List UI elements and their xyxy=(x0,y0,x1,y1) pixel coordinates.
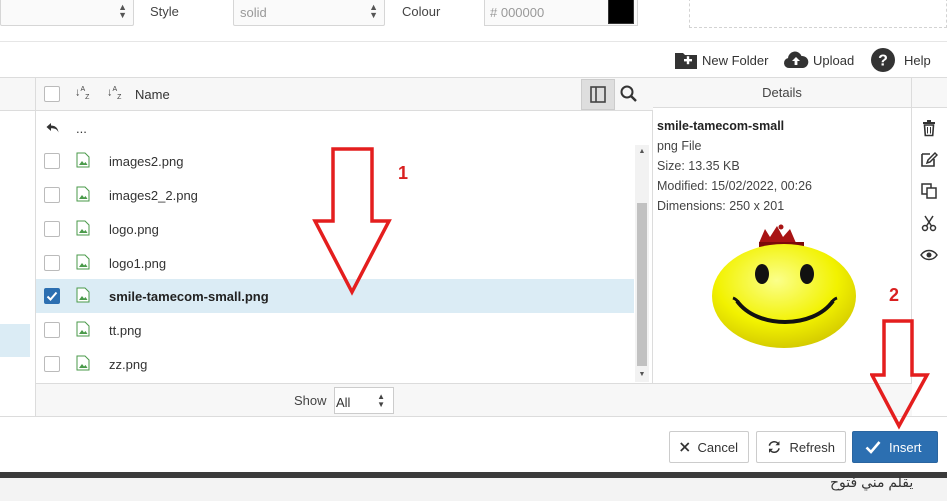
file-manager-toolbar: New Folder Upload ? Help xyxy=(0,43,947,78)
help-button[interactable]: ? Help xyxy=(870,46,931,74)
trash-icon[interactable] xyxy=(920,119,938,137)
select-arrows-icon: ▲ ▼ xyxy=(377,392,385,409)
folder-tree-selected-item[interactable] xyxy=(0,324,30,357)
colour-value: # 000000 xyxy=(490,5,545,20)
file-name: images2.png xyxy=(109,154,184,169)
file-checkbox[interactable] xyxy=(44,221,60,237)
file-name: images2_2.png xyxy=(109,188,198,203)
image-file-icon xyxy=(76,186,90,202)
file-row[interactable]: tt.png xyxy=(36,313,634,347)
view-toggle-button[interactable] xyxy=(581,79,615,110)
columns-icon xyxy=(590,86,606,103)
show-select[interactable]: All ▲ ▼ xyxy=(334,387,394,414)
insert-button[interactable]: Insert xyxy=(852,431,938,463)
eye-icon[interactable] xyxy=(920,246,938,264)
annotation-arrow-2 xyxy=(870,319,930,430)
scroll-thumb[interactable] xyxy=(637,203,647,366)
select-arrows-icon: ▲ ▼ xyxy=(118,2,127,20)
details-modified: Modified: 15/02/2022, 00:26 xyxy=(657,179,812,193)
image-file-icon xyxy=(76,355,90,371)
style-label: Style xyxy=(150,4,179,19)
file-checkbox[interactable] xyxy=(44,153,60,169)
new-folder-label: New Folder xyxy=(702,52,769,68)
parent-folder-row[interactable]: ... xyxy=(36,111,634,145)
annotation-arrow-1 xyxy=(312,147,392,296)
refresh-button[interactable]: Refresh xyxy=(756,431,846,463)
image-file-icon xyxy=(76,220,90,236)
file-name: smile-tamecom-small.png xyxy=(109,289,269,304)
file-name: logo.png xyxy=(109,222,159,237)
sort-az-icon[interactable]: ↓AZ xyxy=(75,86,89,101)
refresh-label: Refresh xyxy=(789,439,835,455)
refresh-icon xyxy=(768,441,780,453)
image-file-icon xyxy=(76,321,90,337)
file-row[interactable]: zz.png xyxy=(36,347,634,381)
image-preview xyxy=(712,224,856,348)
file-list-header: ↓AZ ↓AZ Name xyxy=(36,78,653,111)
file-checkbox-checked[interactable] xyxy=(44,288,60,304)
cut-icon[interactable] xyxy=(920,214,938,232)
cancel-label: Cancel xyxy=(697,439,738,455)
details-title: smile-tamecom-small xyxy=(657,119,785,133)
folder-plus-icon xyxy=(675,53,697,69)
select-all-checkbox[interactable] xyxy=(44,86,60,102)
show-value: All xyxy=(336,395,351,410)
search-icon[interactable] xyxy=(619,84,639,104)
image-file-icon xyxy=(76,254,90,270)
dashed-area xyxy=(689,0,947,28)
file-name: zz.png xyxy=(109,357,148,372)
file-name: tt.png xyxy=(109,323,142,338)
scroll-up-icon[interactable]: ▲ xyxy=(635,145,649,159)
select-arrows-icon: ▲ ▼ xyxy=(369,2,378,20)
back-arrow-icon xyxy=(46,123,59,133)
folder-tree-panel xyxy=(0,78,36,416)
insert-label: Insert xyxy=(889,439,922,455)
details-dimensions: Dimensions: 250 x 201 xyxy=(657,199,785,213)
file-checkbox[interactable] xyxy=(44,356,60,372)
upload-button[interactable]: Upload xyxy=(783,46,854,74)
style-bar: ▲ ▼ Style solid ▲ ▼ Colour # 000000 xyxy=(0,0,947,42)
show-label: Show xyxy=(294,393,327,408)
background-page-text: يقلم مني فتوح xyxy=(830,474,914,490)
details-header: Details xyxy=(653,78,911,108)
upload-label: Upload xyxy=(813,52,855,68)
page-background-strip xyxy=(0,472,947,501)
image-file-icon xyxy=(76,152,90,168)
file-name: logo1.png xyxy=(109,256,167,271)
actions-header xyxy=(912,78,947,108)
svg-text:?: ? xyxy=(878,53,888,70)
copy-icon[interactable] xyxy=(920,182,938,200)
page-background xyxy=(0,478,947,501)
close-icon xyxy=(680,442,690,452)
sort-az-name-icon[interactable]: ↓AZ xyxy=(107,86,121,101)
help-icon: ? xyxy=(871,48,895,72)
colour-swatch[interactable] xyxy=(608,0,634,24)
details-type: png File xyxy=(657,139,702,153)
name-column-header[interactable]: Name xyxy=(135,87,170,102)
cancel-button[interactable]: Cancel xyxy=(669,431,749,463)
file-checkbox[interactable] xyxy=(44,187,60,203)
file-list-scrollbar[interactable]: ▲ ▼ xyxy=(635,145,649,382)
parent-folder-label: ... xyxy=(76,121,87,136)
style-value: solid xyxy=(240,5,267,20)
style-select[interactable]: solid ▲ ▼ xyxy=(233,0,385,26)
annotation-number-1: 1 xyxy=(398,163,409,183)
details-size: Size: 13.35 KB xyxy=(657,159,740,173)
new-folder-button[interactable]: New Folder xyxy=(674,46,768,74)
help-label: Help xyxy=(904,52,931,68)
scroll-down-icon[interactable]: ▼ xyxy=(635,368,649,382)
file-checkbox[interactable] xyxy=(44,255,60,271)
cloud-upload-icon xyxy=(783,51,809,68)
folder-tree-header xyxy=(0,78,35,111)
annotation-number-2: 2 xyxy=(889,285,900,305)
file-checkbox[interactable] xyxy=(44,322,60,338)
colour-label: Colour xyxy=(402,4,441,19)
show-bar: Show All ▲ ▼ xyxy=(36,383,653,416)
image-file-icon xyxy=(76,287,90,303)
edit-icon[interactable] xyxy=(920,150,938,168)
check-icon xyxy=(865,441,881,454)
previous-select[interactable]: ▲ ▼ xyxy=(0,0,134,26)
dialog-footer: Cancel Refresh Insert xyxy=(0,416,947,472)
checkmark-icon xyxy=(46,291,58,301)
